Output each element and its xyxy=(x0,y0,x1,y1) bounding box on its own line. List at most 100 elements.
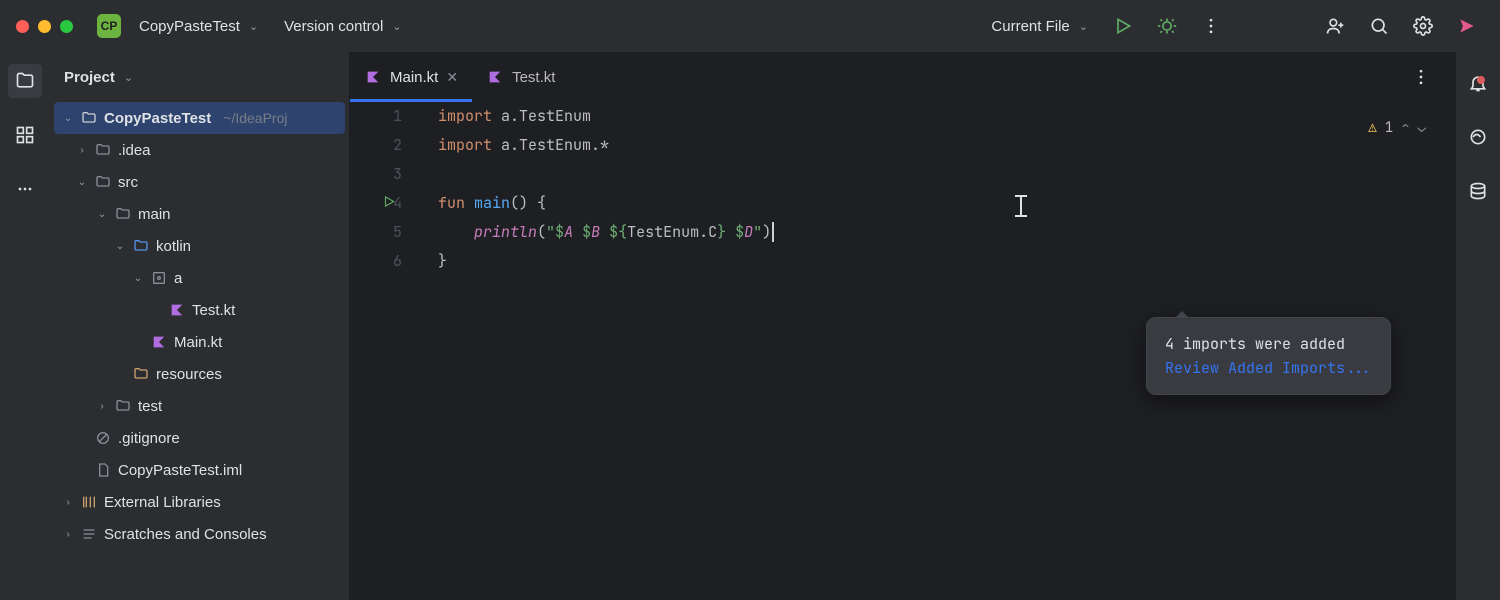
project-tool-button[interactable] xyxy=(8,64,42,98)
chevron-down-icon: ⌄ xyxy=(114,241,126,252)
project-tree-title: Project xyxy=(64,69,115,86)
run-config-dropdown[interactable]: Current File ⌄ xyxy=(991,18,1088,35)
tree-node-kotlin[interactable]: ⌄ kotlin xyxy=(54,230,345,262)
line-number: 6 xyxy=(350,247,402,276)
structure-tool-button[interactable] xyxy=(8,118,42,152)
tree-node-package-a[interactable]: ⌄ a xyxy=(54,262,345,294)
more-actions-button[interactable] xyxy=(1194,9,1228,43)
line-number: 1 xyxy=(350,102,402,131)
chevron-down-icon: ⌄ xyxy=(392,20,401,33)
code-with-me-button[interactable] xyxy=(1318,9,1352,43)
gutter: 1 2 3 4 5 6 xyxy=(350,102,438,600)
tree-node-main[interactable]: ⌄ main xyxy=(54,198,345,230)
tree-root-node[interactable]: ⌄ CopyPasteTest ~/IdeaProj xyxy=(54,102,345,134)
line-number: 3 xyxy=(350,160,402,189)
tree-label: .idea xyxy=(118,142,151,159)
tree-label: src xyxy=(118,174,138,191)
notification-badge-icon xyxy=(1477,76,1485,84)
popup-message: 4 imports were added xyxy=(1165,332,1372,356)
tree-node-idea[interactable]: › .idea xyxy=(54,134,345,166)
inspection-widget[interactable]: ⚠ 1 ⌃ ⌄ xyxy=(1368,114,1426,143)
project-tree-header[interactable]: Project ⌄ xyxy=(50,52,349,102)
tree-file-iml[interactable]: CopyPasteTest.iml xyxy=(54,454,345,486)
project-icon: CP xyxy=(97,14,121,38)
tree-label: test xyxy=(138,398,162,415)
vcs-label: Version control xyxy=(284,18,383,35)
chevron-right-icon: › xyxy=(96,401,108,412)
maximize-window-icon[interactable] xyxy=(60,20,73,33)
tree-file-test-kt[interactable]: Test.kt xyxy=(54,294,345,326)
tab-label: Main.kt xyxy=(390,69,438,86)
left-tool-rail xyxy=(0,52,50,600)
tab-main-kt[interactable]: Main.kt ✕ xyxy=(350,52,472,102)
line-number: 5 xyxy=(350,218,402,247)
settings-button[interactable] xyxy=(1406,9,1440,43)
chevron-right-icon: › xyxy=(76,145,88,156)
tree-node-resources[interactable]: resources xyxy=(54,358,345,390)
jetbrains-ai-button[interactable] xyxy=(1450,9,1484,43)
tree-node-src[interactable]: ⌄ src xyxy=(54,166,345,198)
run-gutter-icon[interactable] xyxy=(382,189,396,218)
warning-icon: ⚠ xyxy=(1368,114,1376,143)
chevron-down-icon: ⌄ xyxy=(76,177,88,188)
window-controls xyxy=(16,20,73,33)
review-imports-link[interactable]: Review Added Imports... xyxy=(1165,356,1372,380)
close-window-icon[interactable] xyxy=(16,20,29,33)
resources-folder-icon xyxy=(132,365,150,383)
right-tool-rail xyxy=(1456,52,1500,600)
line-number: 4 xyxy=(350,189,402,218)
tree-root-label: CopyPasteTest xyxy=(104,110,211,127)
next-highlight-icon[interactable]: ⌄ xyxy=(1418,114,1426,143)
more-tools-button[interactable] xyxy=(8,172,42,206)
search-button[interactable] xyxy=(1362,9,1396,43)
source-folder-icon xyxy=(132,237,150,255)
warning-count: 1 xyxy=(1385,114,1393,143)
kotlin-file-icon xyxy=(168,301,186,319)
code-content[interactable]: import a.TestEnum import a.TestEnum.* fu… xyxy=(438,102,774,600)
tab-label: Test.kt xyxy=(512,69,555,86)
notifications-button[interactable] xyxy=(1461,66,1495,100)
database-button[interactable] xyxy=(1461,174,1495,208)
project-tree-panel: Project ⌄ ⌄ CopyPasteTest ~/IdeaProj › .… xyxy=(50,52,350,600)
tree-external-libraries[interactable]: › External Libraries xyxy=(54,486,345,518)
kotlin-file-icon xyxy=(364,68,382,86)
tree-node-test[interactable]: › test xyxy=(54,390,345,422)
run-button[interactable] xyxy=(1106,9,1140,43)
main-layout: Project ⌄ ⌄ CopyPasteTest ~/IdeaProj › .… xyxy=(0,52,1500,600)
chevron-down-icon: ⌄ xyxy=(1079,20,1088,33)
chevron-down-icon: ⌄ xyxy=(124,71,133,84)
tree-label: .gitignore xyxy=(118,430,180,447)
tree-file-main-kt[interactable]: Main.kt xyxy=(54,326,345,358)
ai-assistant-button[interactable] xyxy=(1461,120,1495,154)
close-tab-icon[interactable]: ✕ xyxy=(446,69,458,86)
folder-icon xyxy=(94,141,112,159)
package-icon xyxy=(150,269,168,287)
chevron-down-icon: ⌄ xyxy=(132,273,144,284)
imports-popup: 4 imports were added Review Added Import… xyxy=(1146,317,1391,395)
project-tree: ⌄ CopyPasteTest ~/IdeaProj › .idea ⌄ src… xyxy=(50,102,349,550)
tree-label: External Libraries xyxy=(104,494,221,511)
debug-button[interactable] xyxy=(1150,9,1184,43)
folder-icon xyxy=(114,397,132,415)
ignore-file-icon xyxy=(94,429,112,447)
tab-options-button[interactable] xyxy=(1404,60,1438,94)
project-dropdown[interactable]: CopyPasteTest ⌄ xyxy=(131,14,266,39)
tree-label: main xyxy=(138,206,171,223)
tree-label: a xyxy=(174,270,182,287)
tree-file-gitignore[interactable]: .gitignore xyxy=(54,422,345,454)
chevron-down-icon: ⌄ xyxy=(96,209,108,220)
prev-highlight-icon[interactable]: ⌃ xyxy=(1401,114,1409,143)
tree-root-path: ~/IdeaProj xyxy=(223,110,287,126)
line-number: 2 xyxy=(350,131,402,160)
chevron-down-icon: ⌄ xyxy=(249,20,258,33)
editor-tabs: Main.kt ✕ Test.kt xyxy=(350,52,1456,102)
chevron-right-icon: › xyxy=(62,497,74,508)
code-editor[interactable]: 1 2 3 4 5 6 import a.TestEnum import a.T… xyxy=(350,102,1456,600)
tab-test-kt[interactable]: Test.kt xyxy=(472,52,569,102)
chevron-right-icon: › xyxy=(62,529,74,540)
tree-scratches[interactable]: › Scratches and Consoles xyxy=(54,518,345,550)
minimize-window-icon[interactable] xyxy=(38,20,51,33)
kotlin-file-icon xyxy=(486,68,504,86)
vcs-dropdown[interactable]: Version control ⌄ xyxy=(276,14,409,39)
library-icon xyxy=(80,493,98,511)
